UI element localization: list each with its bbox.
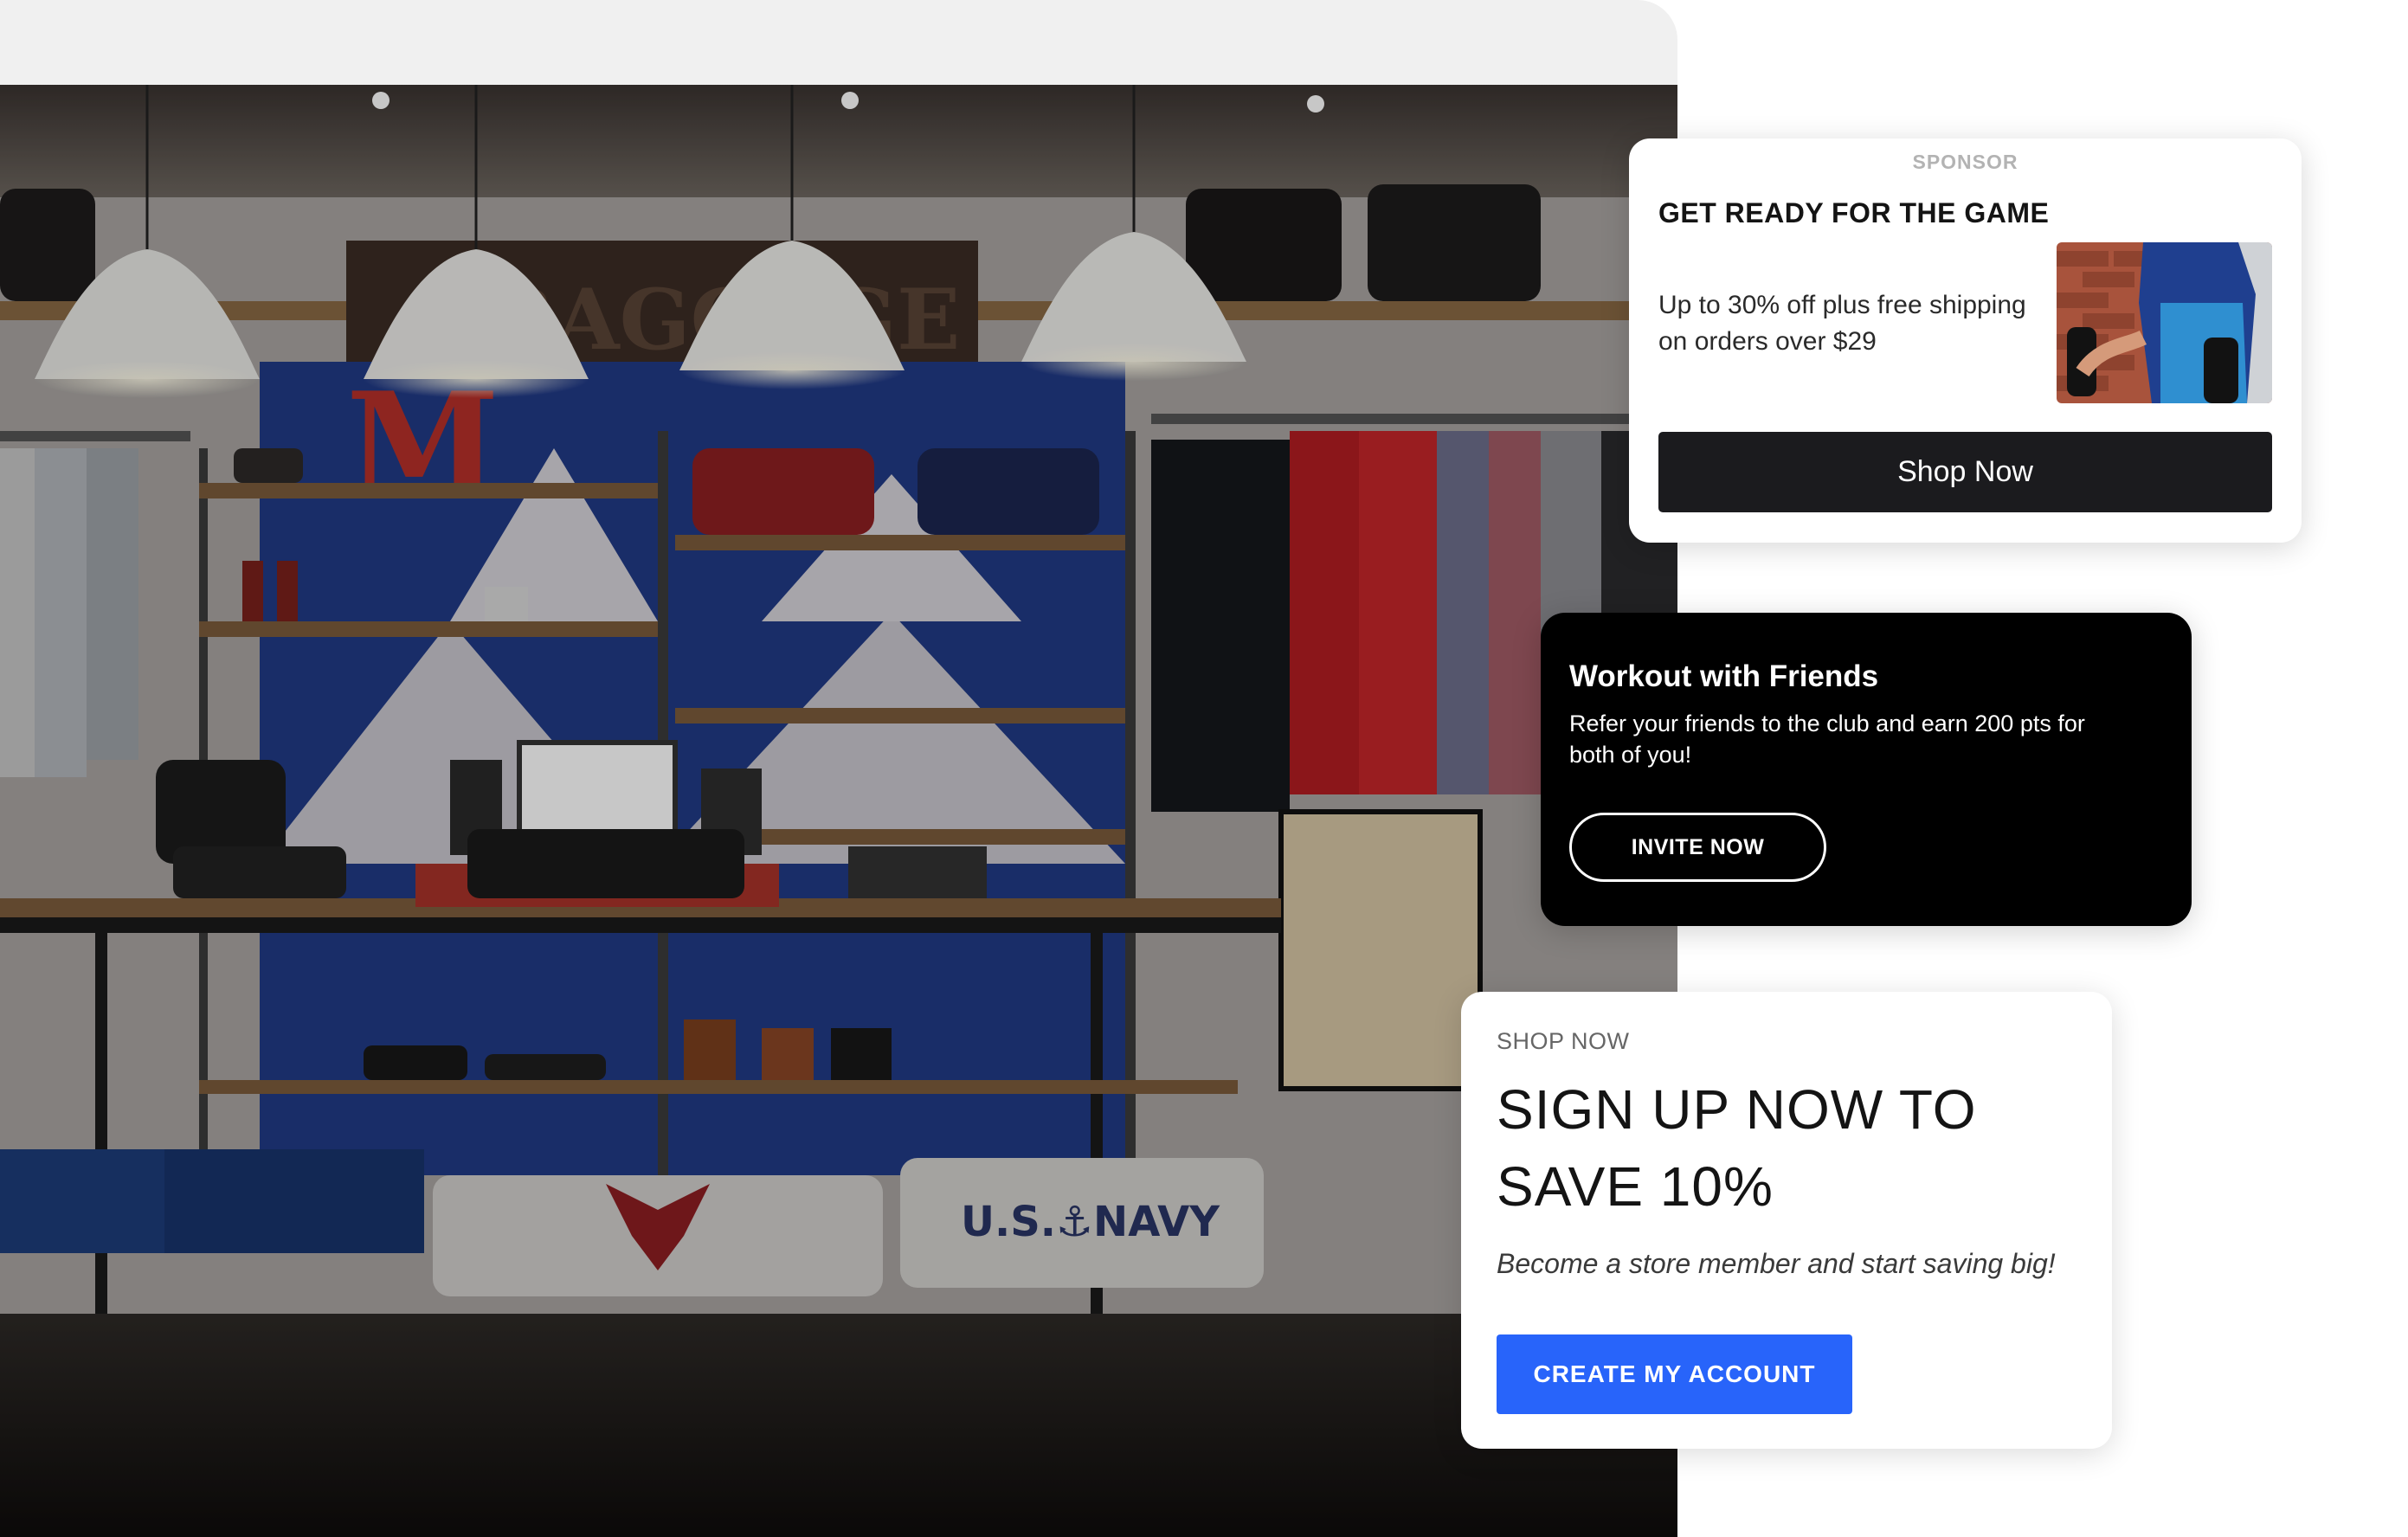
signup-description: Become a store member and start saving b… [1497, 1248, 2056, 1279]
sponsor-card: SPONSOR GET READY FOR THE GAME Up to 30%… [1629, 138, 2302, 543]
signup-eyebrow: SHOP NOW [1497, 1028, 1630, 1054]
store-interior-photo: BAGGAGE M [0, 85, 1677, 1537]
invite-now-button[interactable]: INVITE NOW [1569, 813, 1826, 882]
workout-title: Workout with Friends [1569, 659, 1879, 693]
sponsor-title: GET READY FOR THE GAME [1658, 197, 2050, 228]
signup-title: SIGN UP NOW TO SAVE 10% [1497, 1078, 1977, 1218]
browser-window: BAGGAGE M [0, 0, 1677, 1537]
athlete-product-image [2057, 242, 2272, 403]
create-account-button[interactable]: CREATE MY ACCOUNT [1497, 1334, 1852, 1414]
shop-now-button[interactable]: Shop Now [1658, 432, 2272, 512]
signup-card: SHOP NOW SIGN UP NOW TO SAVE 10% Become … [1461, 992, 2112, 1449]
workout-referral-card: Workout with Friends Refer your friends … [1541, 613, 2192, 926]
page: BAGGAGE M [0, 0, 2408, 1537]
sponsor-label: SPONSOR [1912, 151, 2018, 173]
workout-description: Refer your friends to the club and earn … [1569, 711, 2085, 768]
sponsor-description: Up to 30% off plus free shipping on orde… [1658, 291, 2026, 356]
